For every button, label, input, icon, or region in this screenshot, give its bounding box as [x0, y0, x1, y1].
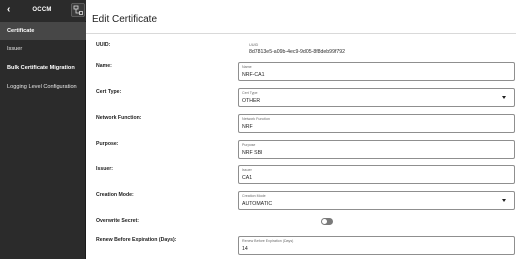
uuid-caption: UUID [249, 43, 259, 47]
purpose-caption: Purpose [242, 143, 256, 147]
sidebar: ‹ OCCM Certificate Issuer Bulk Certifica… [0, 0, 86, 259]
renew-before-expiration-value: 14 [242, 246, 248, 252]
name-caption: Name [242, 65, 252, 69]
creation-mode-label: Creation Mode: [96, 192, 134, 198]
creation-mode-value: AUTOMATIC [242, 201, 273, 207]
name-label: Name: [96, 63, 112, 69]
uuid-label: UUID: [96, 42, 111, 48]
back-chevron-icon[interactable]: ‹ [7, 5, 15, 15]
issuer-caption: Issuer [242, 168, 252, 172]
purpose-value: NRF SBI [242, 150, 263, 156]
sidebar-item-certificate[interactable]: Certificate [0, 22, 86, 40]
sidebar-item-bulk-certificate-migration[interactable]: Bulk Certificate Migration [0, 59, 86, 77]
purpose-label: Purpose: [96, 141, 119, 147]
toggle-knob [322, 219, 327, 224]
overwrite-secret-label: Overwrite Secret: [96, 218, 139, 224]
purpose-field[interactable]: Purpose NRF SBI [238, 140, 515, 159]
network-function-field[interactable]: Network Function NRF [238, 114, 515, 133]
chevron-down-icon[interactable] [502, 199, 506, 202]
uuid-value: 8d7813e5-a09b-4ec9-9d05-8f8deb99f792 [249, 49, 346, 55]
cert-type-caption: Cert Type [242, 91, 258, 95]
name-value: NRF-CA1 [242, 72, 265, 78]
network-function-value: NRF [242, 124, 253, 130]
renew-before-expiration-label: Renew Before Expiration (Days): [96, 237, 177, 243]
sidebar-item-logging-level-configuration[interactable]: Logging Level Configuration [0, 78, 86, 96]
issuer-label: Issuer: [96, 166, 114, 172]
cert-type-select[interactable]: Cert Type OTHER [238, 88, 515, 107]
name-field[interactable]: Name NRF-CA1 [238, 62, 515, 81]
creation-mode-select[interactable]: Creation Mode AUTOMATIC [238, 191, 515, 210]
chevron-down-icon[interactable] [502, 96, 506, 99]
creation-mode-caption: Creation Mode [242, 194, 266, 198]
issuer-value: CA1 [242, 175, 253, 181]
renew-before-expiration-caption: Renew Before Expiration (Days) [242, 239, 294, 243]
app-title: OCCM [32, 7, 52, 13]
issuer-field[interactable]: Issuer CA1 [238, 165, 515, 184]
sidebar-header: ‹ OCCM [0, 0, 86, 21]
cert-type-label: Cert Type: [96, 89, 122, 95]
overwrite-secret-toggle[interactable] [321, 218, 333, 225]
renew-before-expiration-field[interactable]: Renew Before Expiration (Days) 14 [238, 236, 515, 255]
title-divider [86, 33, 516, 34]
page-title: Edit Certificate [92, 14, 158, 25]
collapse-sidebar-icon[interactable] [71, 3, 85, 17]
network-function-caption: Network Function [242, 117, 270, 121]
main-content: Edit Certificate UUID: UUID 8d7813e5-a09… [86, 0, 516, 259]
network-function-label: Network Function: [96, 115, 142, 121]
sidebar-item-issuer[interactable]: Issuer [0, 40, 86, 58]
cert-type-value: OTHER [242, 98, 261, 104]
